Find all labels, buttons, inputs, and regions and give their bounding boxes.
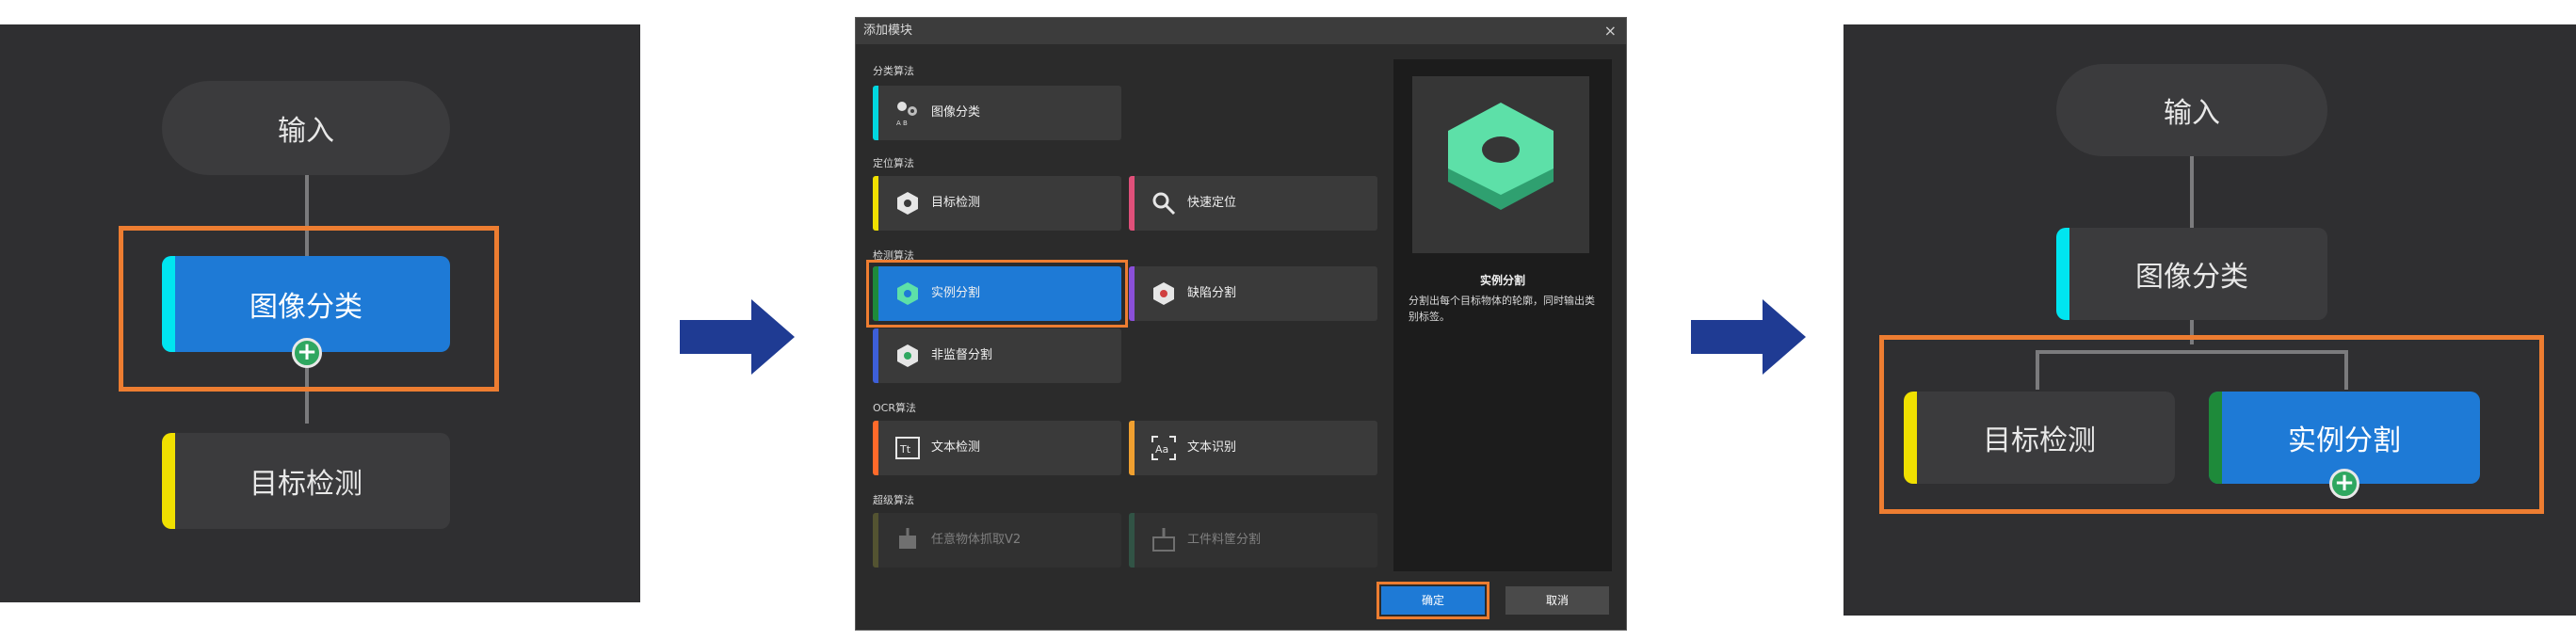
ok-highlight: [1377, 582, 1489, 619]
detection-icon: [897, 192, 918, 215]
close-icon[interactable]: ×: [1604, 18, 1617, 44]
module-label: 文本识别: [1187, 440, 1237, 455]
image-classification-label: 图像分类: [250, 291, 362, 324]
module-text-detection[interactable]: Tt 文本检测: [873, 421, 1121, 475]
input-node[interactable]: 输入: [162, 81, 450, 175]
workpiece-icon: [1152, 528, 1175, 552]
object-detection-label: 目标检测: [1983, 424, 2096, 457]
module-label: 非监督分割: [931, 348, 993, 362]
module-workpiece-segmentation: 工件料筐分割: [1129, 513, 1377, 568]
node-color-stripe: [1904, 392, 1917, 484]
arrow-right-icon: [1691, 299, 1806, 375]
add-node-icon[interactable]: +: [292, 338, 322, 368]
node-color-stripe: [2209, 392, 2222, 484]
dialog-title: 添加模块: [863, 24, 913, 38]
hex-nut-icon: [1448, 103, 1554, 210]
module-any-object-grasp: 任意物体抓取V2: [873, 513, 1121, 568]
object-detection-label: 目标检测: [250, 468, 362, 501]
node-color-stripe: [162, 433, 175, 529]
module-unsupervised-segmentation[interactable]: 非监督分割: [873, 328, 1121, 383]
preview-image: [1412, 76, 1589, 253]
module-text-recognition[interactable]: Aa 文本识别: [1129, 421, 1377, 475]
node-color-stripe: [162, 256, 175, 352]
module-label: 工件料筐分割: [1187, 533, 1262, 547]
defect-icon: [1153, 282, 1174, 305]
module-label: 快速定位: [1187, 196, 1237, 210]
workflow-canvas-after: 输入 图像分类 目标检测 实例分割 +: [1843, 24, 2576, 616]
module-object-detection[interactable]: 目标检测: [873, 176, 1121, 231]
category-super: 超级算法: [873, 494, 914, 506]
input-node[interactable]: 输入: [2056, 64, 2327, 156]
category-ocr: OCR算法: [873, 402, 916, 414]
cancel-button[interactable]: 取消: [1505, 586, 1609, 615]
object-detection-node[interactable]: 目标检测: [162, 433, 450, 529]
dialog-title-bar: 添加模块 ×: [856, 18, 1626, 44]
classification-icon: A B: [896, 102, 917, 127]
node-color-stripe: [2056, 228, 2069, 320]
unsupervised-icon: [897, 344, 918, 367]
module-defect-segmentation[interactable]: 缺陷分割: [1129, 266, 1377, 321]
svg-text:Tt: Tt: [899, 443, 911, 456]
text-detection-icon: Tt: [895, 437, 920, 459]
module-image-classification[interactable]: A B 图像分类: [873, 86, 1121, 140]
image-classification-node[interactable]: 图像分类: [2056, 228, 2327, 320]
category-classification: 分类算法: [873, 65, 914, 77]
preview-title: 实例分割: [1479, 274, 1525, 287]
input-node-label: 输入: [2164, 97, 2220, 130]
svg-text:Aa: Aa: [1155, 443, 1168, 456]
workflow-canvas-before: 输入 图像分类 + 目标检测: [0, 24, 640, 602]
text-recognition-icon: Aa: [1151, 436, 1176, 460]
preview-description: 分割出每个目标物体的轮廓，同时输出类别标签。: [1409, 295, 1595, 323]
input-node-label: 输入: [278, 115, 334, 148]
module-label: 任意物体抓取V2: [931, 533, 1022, 547]
magnifier-icon: [1152, 192, 1176, 216]
module-preview-panel: 实例分割 分割出每个目标物体的轮廓，同时输出类别标签。: [1393, 59, 1612, 571]
selection-highlight: [866, 260, 1128, 328]
arrow-right-icon: [680, 299, 795, 375]
svg-text:A B: A B: [896, 120, 908, 127]
module-label: 缺陷分割: [1187, 286, 1237, 300]
grasp-icon: [899, 528, 916, 549]
module-label: 文本检测: [931, 440, 981, 455]
add-node-icon[interactable]: +: [2329, 469, 2359, 499]
instance-segmentation-label: 实例分割: [2288, 424, 2401, 457]
image-classification-label: 图像分类: [2135, 261, 2248, 294]
module-label: 图像分类: [931, 105, 981, 120]
category-localization: 定位算法: [873, 157, 914, 169]
module-label: 目标检测: [931, 196, 981, 210]
add-module-dialog: 添加模块 × 分类算法 定位算法 检测算法 OCR算法 超级算法 A B 图像分…: [855, 17, 1627, 631]
object-detection-node[interactable]: 目标检测: [1904, 392, 2175, 484]
module-fast-positioning[interactable]: 快速定位: [1129, 176, 1377, 231]
